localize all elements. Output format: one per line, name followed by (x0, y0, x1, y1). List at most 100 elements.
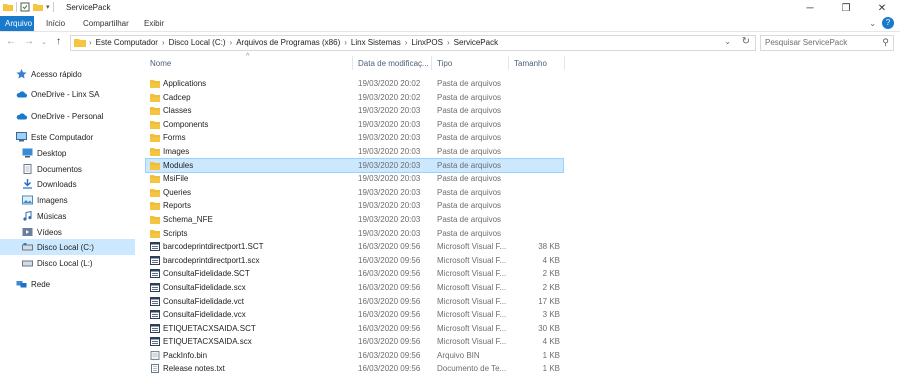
file-type: Pasta de arquivos (437, 228, 502, 238)
tab-exibir[interactable]: Exibir (138, 16, 170, 31)
column-divider[interactable] (352, 56, 353, 70)
sidebar-item-acesso-rapido[interactable]: Acesso rápido (16, 66, 82, 82)
new-folder-icon[interactable] (33, 2, 43, 12)
folder-icon (150, 147, 160, 156)
column-divider[interactable] (431, 56, 432, 70)
column-header-type[interactable]: Tipo (437, 59, 452, 68)
forward-button[interactable]: → (24, 36, 34, 47)
minimize-button[interactable]: ─ (792, 0, 828, 16)
recent-locations-button[interactable]: ⌄ (41, 38, 47, 46)
file-row[interactable]: ETIQUETACXSAIDA.scx 16/03/2020 09:56 Micro… (146, 335, 563, 349)
file-type: Microsoft Visual F... (437, 269, 507, 279)
close-button[interactable]: ✕ (864, 0, 900, 16)
file-type: Pasta de arquivos (437, 106, 502, 116)
sidebar-item-desktop[interactable]: Desktop (22, 145, 66, 161)
file-date: 16/03/2020 09:56 (358, 269, 421, 279)
file-name: ConsultaFidelidade.vcx (163, 310, 246, 320)
chevron-right-icon[interactable]: › (447, 38, 450, 47)
file-size: 2 KB (542, 269, 560, 279)
image-icon (22, 195, 33, 205)
file-type: Pasta de arquivos (437, 133, 502, 143)
sidebar-item-imagens[interactable]: Imagens (22, 192, 68, 208)
chevron-right-icon[interactable]: › (405, 38, 408, 47)
file-row[interactable]: Schema_NFE 19/03/2020 20:03 Pasta de arqui… (146, 213, 563, 227)
sidebar-item-label: Downloads (37, 179, 77, 189)
refresh-icon[interactable]: ↻ (742, 36, 750, 47)
chevron-right-icon[interactable]: › (89, 38, 92, 47)
sidebar-item-documentos[interactable]: Documentos (22, 161, 82, 177)
file-row[interactable]: ConsultaFidelidade.scx 16/03/2020 09:56 Mi… (146, 281, 563, 295)
chevron-right-icon[interactable]: › (162, 38, 165, 47)
crumb-disco-local-c[interactable]: Disco Local (C:) (169, 38, 226, 47)
tab-inicio[interactable]: Início (40, 16, 71, 31)
file-row[interactable]: Classes 19/03/2020 20:03 Pasta de arquivos (146, 104, 563, 118)
crumb-linx-sistemas[interactable]: Linx Sistemas (351, 38, 401, 47)
file-name: Scripts (163, 228, 188, 238)
text-file-icon (151, 364, 159, 374)
file-row[interactable]: Reports 19/03/2020 20:03 Pasta de arquivos (146, 199, 563, 213)
file-type: Pasta de arquivos (437, 214, 502, 224)
crumb-este-computador[interactable]: Este Computador (96, 38, 158, 47)
sidebar-item-onedrive-linx[interactable]: OneDrive - Linx SA (16, 86, 99, 102)
crumb-arquivos-de-programas[interactable]: Arquivos de Programas (x86) (236, 38, 340, 47)
file-date: 19/03/2020 20:03 (358, 106, 421, 116)
customize-toolbar-icon[interactable]: ▾ (46, 3, 50, 11)
maximize-button[interactable]: ❐ (828, 0, 864, 16)
sidebar-item-downloads[interactable]: Downloads (22, 176, 77, 192)
bin-file-icon (150, 350, 160, 360)
file-row[interactable]: ConsultaFidelidade.vct 16/03/2020 09:56 Mi… (146, 295, 563, 309)
file-row[interactable]: Components 19/03/2020 20:03 Pasta de arqui… (146, 118, 563, 132)
file-row[interactable]: Forms 19/03/2020 20:03 Pasta de arquivos (146, 131, 563, 145)
file-row[interactable]: ConsultaFidelidade.SCT 16/03/2020 09:56 Mi… (146, 267, 563, 281)
sidebar-item-onedrive-personal[interactable]: OneDrive - Personal (16, 108, 103, 124)
sidebar-item-disco-local-l[interactable]: Disco Local (L:) (22, 255, 93, 271)
help-icon[interactable]: ? (882, 17, 894, 29)
file-row[interactable]: Scripts 19/03/2020 20:03 Pasta de arquivos (146, 227, 563, 241)
file-row[interactable]: Release notes.txt 16/03/2020 09:56 Documen… (146, 362, 563, 376)
file-date: 19/03/2020 20:03 (358, 160, 421, 170)
file-row[interactable]: barcodeprintdirectport1.SCT 16/03/2020 09… (146, 240, 563, 254)
chevron-down-icon[interactable]: ⌄ (724, 37, 731, 46)
file-row[interactable]: Cadcep 19/03/2020 20:02 Pasta de arquivos (146, 91, 563, 105)
search-icon[interactable]: ⚲ (882, 37, 889, 48)
tab-arquivo[interactable]: Arquivo (0, 16, 34, 31)
chevron-right-icon[interactable]: › (230, 38, 233, 47)
properties-icon[interactable] (20, 2, 30, 12)
column-header-date[interactable]: Data de modificaç... (358, 59, 429, 68)
address-bar[interactable]: › Este Computador › Disco Local (C:) › A… (70, 35, 756, 51)
file-row[interactable]: MsiFile 19/03/2020 20:03 Pasta de arquivos (146, 172, 563, 186)
column-header-size[interactable]: Tamanho (514, 59, 547, 68)
toolbar-separator (52, 2, 54, 12)
file-row[interactable]: PackInfo.bin 16/03/2020 09:56 Arquivo BIN 1… (146, 349, 563, 363)
sidebar-item-musicas[interactable]: Músicas (22, 208, 66, 224)
crumb-servicepack[interactable]: ServicePack (454, 38, 498, 47)
column-divider[interactable] (508, 56, 509, 70)
sidebar-item-este-computador[interactable]: Este Computador (16, 129, 93, 145)
sidebar-item-disco-local-c[interactable]: Disco Local (C:) (0, 239, 135, 255)
file-row[interactable]: ETIQUETACXSAIDA.SCT 16/03/2020 09:56 Micro… (146, 322, 563, 336)
sidebar-item-rede[interactable]: Rede (16, 276, 50, 292)
file-row[interactable]: Applications 19/03/2020 20:02 Pasta de arq… (146, 77, 563, 91)
expand-ribbon-icon[interactable]: ⌄ (869, 19, 876, 28)
file-row[interactable]: Queries 19/03/2020 20:03 Pasta de arquivos (146, 186, 563, 200)
document-icon (23, 164, 32, 174)
sidebar-item-videos[interactable]: Vídeos (22, 224, 62, 240)
file-row[interactable]: barcodeprintdirectport1.scx 16/03/2020 09… (146, 254, 563, 268)
file-row[interactable]: ConsultaFidelidade.vcx 16/03/2020 09:56 Mi… (146, 308, 563, 322)
music-icon (23, 211, 32, 221)
file-name: MsiFile (163, 174, 189, 184)
tab-compartilhar[interactable]: Compartilhar (77, 16, 135, 31)
chevron-right-icon[interactable]: › (344, 38, 347, 47)
file-name: Reports (163, 201, 192, 211)
search-input[interactable]: Pesquisar ServicePack ⚲ (760, 35, 894, 51)
sidebar-item-label: Acesso rápido (31, 69, 82, 79)
crumb-linxpos[interactable]: LinxPOS (411, 38, 443, 47)
back-button[interactable]: ← (6, 36, 16, 47)
column-header-name[interactable]: Nome (150, 59, 171, 68)
column-divider[interactable] (564, 56, 565, 70)
file-row[interactable]: Modules 19/03/2020 20:03 Pasta de arquivos (145, 157, 564, 174)
file-row[interactable]: Images 19/03/2020 20:03 Pasta de arquivos (146, 145, 563, 159)
star-icon (16, 69, 27, 79)
file-type: Pasta de arquivos (437, 187, 502, 197)
up-button[interactable]: ↑ (56, 36, 61, 47)
